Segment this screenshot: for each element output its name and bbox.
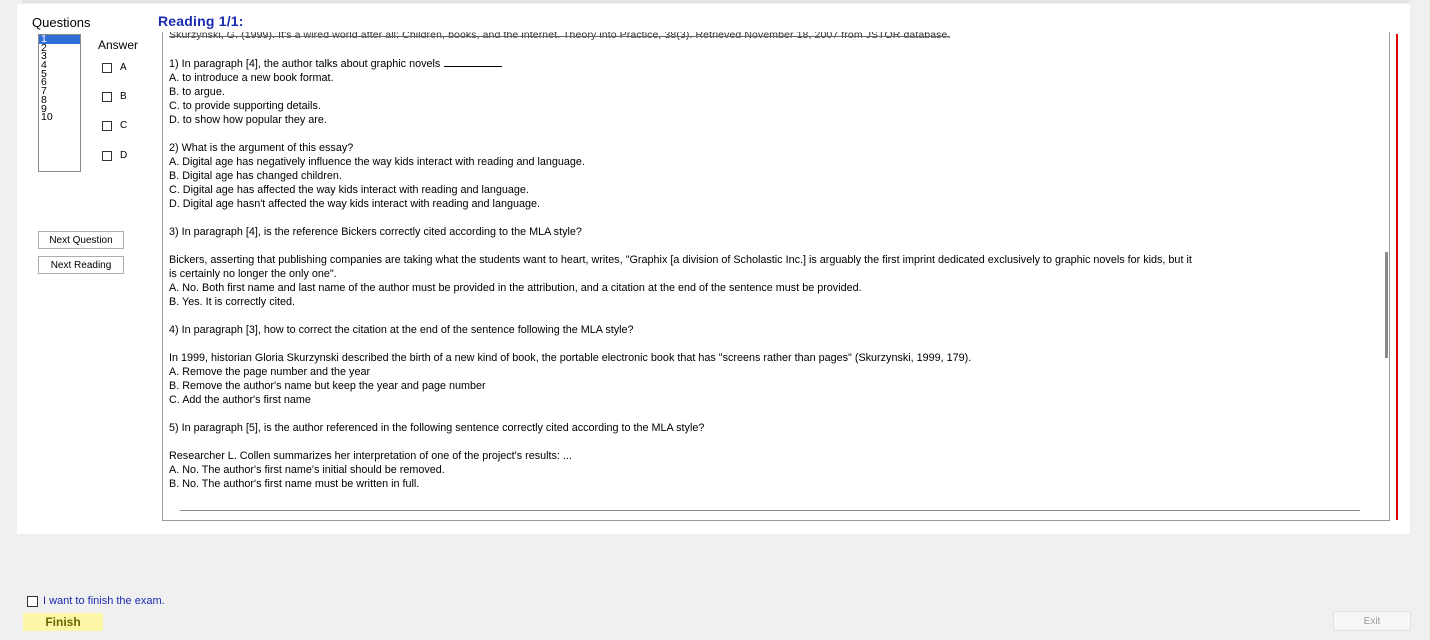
reference-citation: Skurzynski, G. (1999). It's a wired worl…: [169, 32, 951, 41]
answer-option-a[interactable]: A: [102, 62, 127, 73]
answer-header: Answer: [98, 38, 139, 52]
next-reading-button[interactable]: Next Reading: [38, 256, 124, 274]
finish-checkbox[interactable]: [27, 595, 38, 607]
checkbox-d[interactable]: [102, 150, 112, 161]
question-4-option-a: A. Remove the page number and the year: [169, 366, 371, 378]
question-3-stem: 3) In paragraph [4], is the reference Bi…: [169, 226, 582, 238]
answer-option-b[interactable]: B: [102, 91, 127, 102]
question-4: 4) In paragraph [3], how to correct the …: [169, 323, 1349, 337]
question-2-option-a: A. Digital age has negatively influence …: [169, 156, 585, 168]
question-1-stem: 1) In paragraph [4], the author talks ab…: [169, 58, 441, 70]
option-label-c: C: [120, 120, 128, 131]
question-4-option-b: B. Remove the author's name but keep the…: [169, 380, 486, 392]
next-question-button[interactable]: Next Question: [38, 231, 124, 249]
finish-exam-checkbox[interactable]: I want to finish the exam.: [27, 595, 165, 607]
option-label-d: D: [120, 150, 128, 161]
vertical-scrollbar[interactable]: [1385, 252, 1388, 358]
question-1-option-d: D. to show how popular they are.: [169, 114, 327, 126]
exit-button[interactable]: Exit: [1333, 611, 1411, 631]
question-3-option-a: A. No. Both first name and last name of …: [169, 282, 862, 294]
question-4-passage: In 1999, historian Gloria Skurzynski des…: [169, 352, 972, 364]
question-1: 1) In paragraph [4], the author talks ab…: [169, 57, 1349, 127]
question-2-option-c: C. Digital age has affected the way kids…: [169, 184, 529, 196]
checkbox-a[interactable]: [102, 62, 112, 73]
question-4-body: In 1999, historian Gloria Skurzynski des…: [169, 351, 1349, 407]
reading-title: Reading 1/1:: [158, 13, 244, 29]
question-2-option-d: D. Digital age hasn't affected the way k…: [169, 198, 540, 210]
answer-option-d[interactable]: D: [102, 150, 127, 161]
bottom-rule: [180, 510, 1360, 511]
option-label-a: A: [120, 62, 127, 73]
question-1-option-b: B. to argue.: [169, 86, 225, 98]
question-5-stem: 5) In paragraph [5], is the author refer…: [169, 422, 705, 434]
option-label-b: B: [120, 91, 127, 102]
question-5-option-b: B. No. The author's first name must be w…: [169, 478, 420, 490]
red-border: [1396, 34, 1398, 520]
question-2: 2) What is the argument of this essay? A…: [169, 141, 1349, 211]
checkbox-c[interactable]: [102, 120, 112, 131]
question-5: 5) In paragraph [5], is the author refer…: [169, 421, 1349, 435]
question-3-body: Bickers, asserting that publishing compa…: [169, 253, 1199, 309]
finish-checkbox-label: I want to finish the exam.: [43, 595, 165, 607]
reading-content[interactable]: Skurzynski, G. (1999). It's a wired worl…: [162, 32, 1390, 521]
checkbox-b[interactable]: [102, 91, 112, 102]
question-1-option-a: A. to introduce a new book format.: [169, 72, 334, 84]
question-3-passage: Bickers, asserting that publishing compa…: [169, 254, 1192, 280]
answer-blank: [444, 57, 503, 67]
question-4-option-c: C. Add the author's first name: [169, 394, 311, 406]
questions-label: Questions: [32, 15, 91, 30]
answer-option-c[interactable]: C: [102, 120, 127, 131]
question-list-item[interactable]: 10: [39, 112, 80, 122]
question-3: 3) In paragraph [4], is the reference Bi…: [169, 225, 1349, 239]
question-1-option-c: C. to provide supporting details.: [169, 100, 321, 112]
question-5-body: Researcher L. Collen summarizes her inte…: [169, 449, 1349, 491]
questions-list[interactable]: 1 2 3 4 5 6 7 8 9 10: [38, 34, 81, 172]
top-bar: [22, 0, 1410, 3]
question-4-stem: 4) In paragraph [3], how to correct the …: [169, 324, 634, 336]
finish-button[interactable]: Finish: [23, 613, 103, 631]
question-2-stem: 2) What is the argument of this essay?: [169, 142, 354, 154]
question-5-option-a: A. No. The author's first name's initial…: [169, 464, 445, 476]
question-2-option-b: B. Digital age has changed children.: [169, 170, 342, 182]
question-3-option-b: B. Yes. It is correctly cited.: [169, 296, 296, 308]
question-5-passage: Researcher L. Collen summarizes her inte…: [169, 450, 572, 462]
